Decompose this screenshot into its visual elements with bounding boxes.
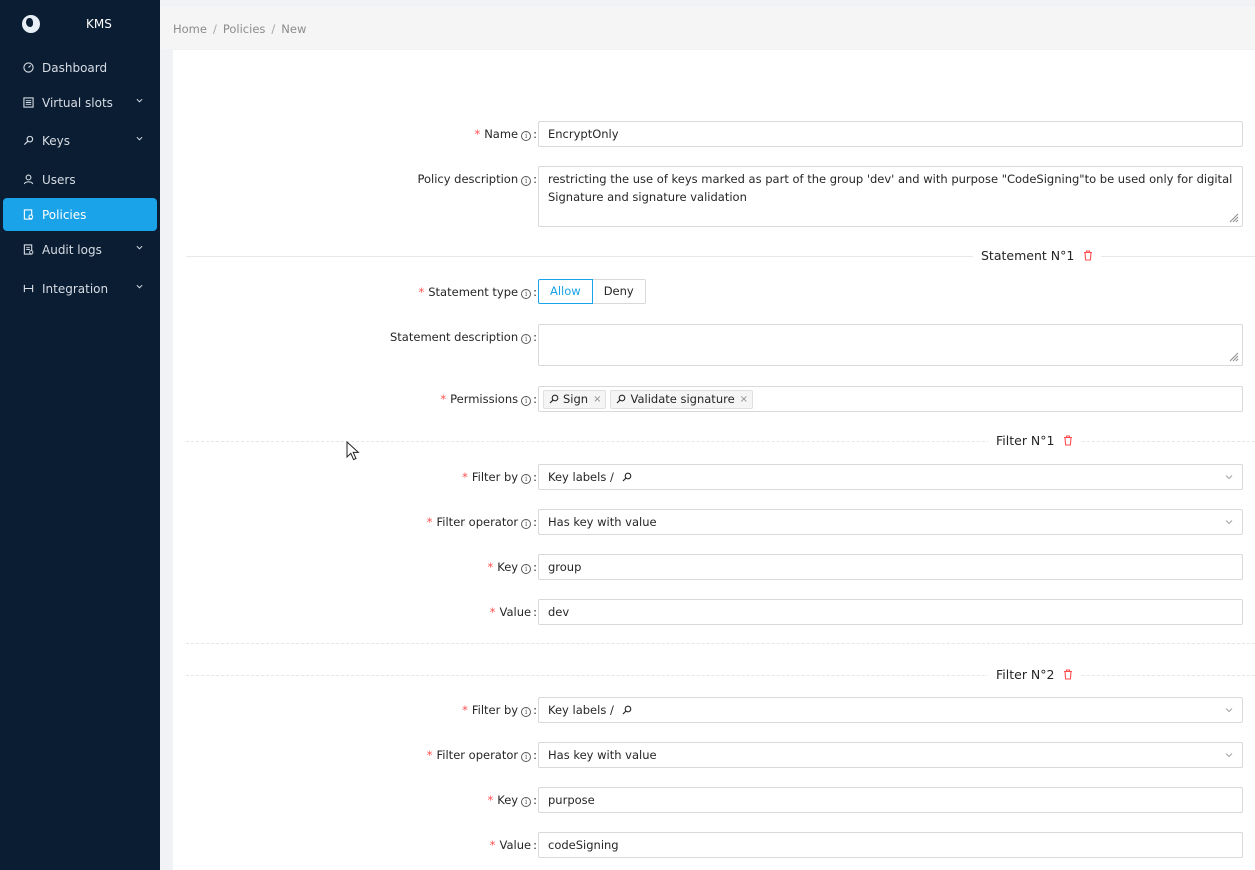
statement-title: Statement N°1 (973, 248, 1102, 263)
dashboard-icon (22, 62, 34, 74)
chevron-down-icon (136, 245, 143, 250)
resize-handle-icon[interactable] (1229, 213, 1239, 223)
deny-radio-button[interactable]: Deny (592, 279, 646, 304)
sidebar-item-audit-logs[interactable]: Audit logs (3, 233, 157, 266)
integration-icon (22, 283, 34, 295)
filter-operator-select[interactable]: Has key with value (538, 742, 1243, 768)
value-label: * Value: (489, 838, 537, 852)
permission-tag-sign: Sign × (543, 389, 607, 409)
info-icon[interactable]: i (521, 564, 532, 574)
resize-handle-icon[interactable] (1229, 352, 1239, 362)
close-icon[interactable]: × (593, 394, 601, 405)
info-icon[interactable]: i (521, 131, 532, 141)
sidebar-item-keys[interactable]: Keys (3, 124, 157, 157)
close-icon[interactable]: × (740, 394, 748, 405)
brand[interactable]: KMS (0, 0, 160, 48)
trash-icon[interactable] (1063, 435, 1073, 446)
filter-operator-label: * Filter operator i: (426, 515, 537, 529)
chevron-down-icon (1225, 753, 1233, 758)
sidebar-item-label: Audit logs (42, 242, 102, 257)
sidebar-item-users[interactable]: Users (3, 163, 157, 196)
logo-icon (22, 15, 40, 33)
filter-2-title: Filter N°2 (988, 667, 1082, 682)
user-icon (22, 174, 34, 186)
key-input[interactable]: purpose (538, 787, 1243, 813)
audit-icon (22, 244, 34, 256)
sidebar-item-label: Keys (42, 133, 71, 148)
filter-by-select[interactable]: Key labels / (538, 464, 1243, 490)
value-input[interactable]: codeSigning (538, 832, 1243, 858)
breadcrumb-current: New (281, 22, 307, 36)
permission-tag-validate-signature: Validate signature × (610, 389, 754, 409)
permissions-select[interactable]: Sign × Validate signature × (538, 386, 1243, 412)
breadcrumb: Home / Policies / New (173, 22, 306, 36)
sidebar: KMS Dashboard Virtual slots Keys Users P… (0, 0, 160, 870)
key-input[interactable]: group (538, 554, 1243, 580)
value-input[interactable]: dev (538, 599, 1243, 625)
sidebar-item-label: Policies (42, 207, 87, 222)
chevron-down-icon (1225, 520, 1233, 525)
policy-description-label: Policy description i: (417, 172, 537, 186)
search-icon (622, 705, 631, 715)
chevron-down-icon (1225, 708, 1233, 713)
trash-icon[interactable] (1083, 250, 1093, 261)
breadcrumb-policies[interactable]: Policies (223, 22, 266, 36)
breadcrumb-home[interactable]: Home (173, 22, 207, 36)
statement-type-label: * Statement type i: (418, 285, 537, 299)
slots-icon (22, 97, 34, 109)
statement-description-label: Statement description i: (390, 330, 537, 344)
policy-form: * Name i: EncryptOnly Policy description i:… (173, 50, 1255, 870)
sidebar-item-integration[interactable]: Integration (3, 272, 157, 305)
chevron-down-icon (136, 98, 143, 103)
search-icon (549, 394, 559, 404)
info-icon[interactable]: i (521, 707, 532, 717)
mouse-cursor-icon (346, 441, 360, 461)
sidebar-item-label: Integration (42, 281, 109, 296)
filter-by-label: * Filter by i: (462, 703, 537, 717)
filter-1-title: Filter N°1 (988, 433, 1082, 448)
policy-description-textarea[interactable]: restricting the use of keys marked as pa… (538, 166, 1243, 227)
filter-operator-select[interactable]: Has key with value (538, 509, 1243, 535)
info-icon[interactable]: i (521, 797, 532, 807)
search-icon (617, 394, 626, 404)
sidebar-item-dashboard[interactable]: Dashboard (3, 51, 157, 84)
info-icon[interactable]: i (521, 334, 532, 344)
name-input[interactable]: EncryptOnly (538, 121, 1243, 147)
breadcrumb-bar: Home / Policies / New (160, 7, 1255, 49)
sidebar-item-label: Users (42, 172, 76, 187)
search-icon (622, 472, 631, 482)
filter-separator (186, 643, 1255, 644)
sidebar-item-label: Virtual slots (42, 95, 113, 110)
app-title: KMS (86, 17, 112, 31)
key-label: * Key i: (487, 560, 537, 574)
policy-icon (22, 209, 34, 221)
statement-type-radio-group: Allow Deny (538, 279, 646, 304)
trash-icon[interactable] (1063, 669, 1073, 680)
filter-operator-label: * Filter operator i: (426, 748, 537, 762)
info-icon[interactable]: i (521, 474, 532, 484)
info-icon[interactable]: i (521, 752, 532, 762)
chevron-down-icon (1225, 475, 1233, 480)
allow-radio-button[interactable]: Allow (538, 279, 593, 304)
key-icon (22, 135, 34, 147)
sidebar-item-label: Dashboard (42, 60, 108, 75)
breadcrumb-separator: / (212, 22, 217, 36)
chevron-down-icon (136, 284, 143, 289)
value-label: * Value: (489, 605, 537, 619)
filter-2-divider (186, 675, 1255, 676)
filter-by-label: * Filter by i: (462, 470, 537, 484)
info-icon[interactable]: i (521, 396, 532, 406)
breadcrumb-separator: / (271, 22, 276, 36)
chevron-down-icon (136, 136, 143, 141)
info-icon[interactable]: i (521, 519, 532, 529)
sidebar-item-policies[interactable]: Policies (3, 198, 157, 231)
key-label: * Key i: (487, 793, 537, 807)
name-label: * Name i: (474, 127, 537, 141)
sidebar-item-virtual-slots[interactable]: Virtual slots (3, 86, 157, 119)
filter-by-select[interactable]: Key labels / (538, 697, 1243, 723)
info-icon[interactable]: i (521, 176, 532, 186)
statement-description-textarea[interactable] (538, 324, 1243, 366)
permissions-label: * Permissions i: (440, 392, 537, 406)
info-icon[interactable]: i (521, 289, 532, 299)
